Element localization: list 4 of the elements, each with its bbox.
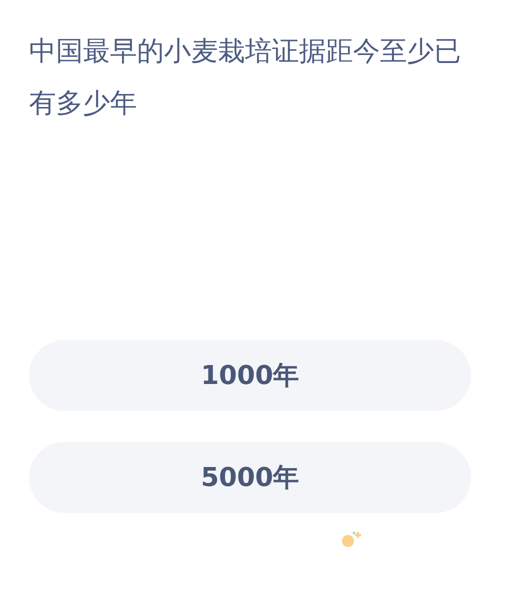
answer-option[interactable]: 1000年 [29, 340, 471, 411]
sparkle-icon [340, 529, 362, 549]
question-text: 中国最早的小麦栽培证据距今至少已有多少年 [29, 35, 462, 121]
answer-option[interactable]: 5000年 [29, 442, 471, 513]
